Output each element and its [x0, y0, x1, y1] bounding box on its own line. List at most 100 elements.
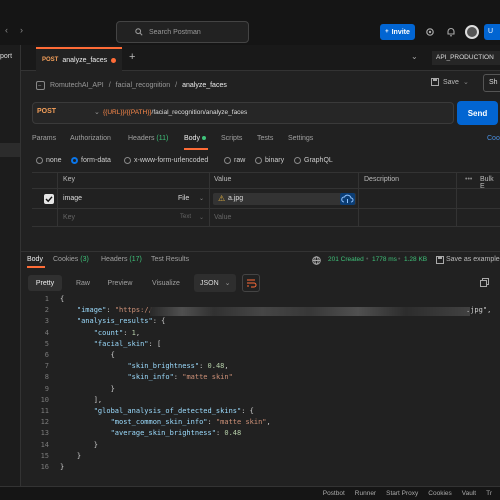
save-button[interactable]: Save ⌄	[431, 78, 469, 86]
mode-pretty[interactable]: Pretty	[28, 275, 62, 291]
tab-tests[interactable]: Tests	[257, 135, 273, 142]
save-as-example-button[interactable]: Save as example	[446, 256, 500, 263]
response-tab-test-results[interactable]: Test Results	[151, 256, 189, 263]
statusbar-cookies[interactable]: Cookies	[428, 490, 451, 497]
response-type-select[interactable]: JSON ⌄	[194, 274, 236, 292]
code-text: ],	[60, 395, 103, 404]
globe-icon[interactable]	[312, 256, 321, 265]
forward-arrow-icon[interactable]: ›	[20, 25, 23, 35]
code-text: "facial_skin": [	[93, 339, 162, 348]
response-code-editor[interactable]: 1{2 "image": "https://3 "analysis_result…	[21, 294, 500, 471]
tab-headers[interactable]: Headers (11)	[128, 135, 168, 142]
sidebar-selected-item[interactable]	[0, 143, 20, 157]
environment-select[interactable]: API_PRODUCTION	[432, 51, 500, 65]
chevron-down-icon[interactable]: ⌄	[199, 195, 204, 202]
code-line: 16}	[21, 462, 65, 473]
http-request-icon: ~	[36, 80, 45, 90]
upgrade-button[interactable]: U	[484, 24, 500, 40]
radio-form-data[interactable]: form-data	[71, 155, 111, 165]
chevron-down-icon: ⌄	[224, 280, 231, 287]
line-number: 14	[40, 440, 49, 449]
row-type-select[interactable]: File	[178, 195, 189, 202]
radio-graphql[interactable]: GraphQL	[294, 155, 333, 165]
line-number: 4	[44, 328, 49, 337]
code-text: }	[60, 384, 115, 393]
search-icon	[135, 28, 143, 36]
statusbar-runner[interactable]: Runner	[355, 490, 376, 497]
gear-icon[interactable]	[425, 27, 435, 37]
search-input[interactable]: Search Postman	[116, 21, 249, 43]
tab-authorization[interactable]: Authorization	[70, 135, 111, 142]
share-button[interactable]: Sh	[483, 74, 500, 92]
radio-binary[interactable]: binary	[255, 155, 284, 165]
statusbar-start-proxy[interactable]: Start Proxy	[386, 490, 418, 497]
copy-icon[interactable]	[480, 278, 489, 287]
tab-body[interactable]: Body	[184, 135, 206, 142]
response-tab-headers[interactable]: Headers (17)	[101, 256, 142, 263]
key-input[interactable]: Key	[63, 214, 75, 221]
tab-settings[interactable]: Settings	[288, 135, 313, 142]
row-enabled-checkbox[interactable]	[44, 194, 54, 204]
table-row-placeholder	[32, 209, 500, 227]
upload-cloud-icon[interactable]	[340, 193, 355, 205]
statusbar-postbot[interactable]: Postbot	[323, 490, 345, 497]
code-line: 10 ],	[21, 395, 103, 406]
save-icon[interactable]	[436, 256, 444, 264]
line-number: 2	[44, 306, 49, 315]
breadcrumb-current[interactable]: analyze_faces	[182, 82, 227, 89]
back-arrow-icon[interactable]: ‹	[5, 25, 8, 35]
radio-raw[interactable]: raw	[224, 155, 245, 165]
import-button[interactable]: port	[0, 53, 18, 66]
response-tab-body[interactable]: Body	[27, 256, 43, 263]
breadcrumb-folder[interactable]: facial_recognition	[116, 82, 170, 89]
code-text: "global_analysis_of_detected_skins": {	[93, 407, 254, 415]
tab-params[interactable]: Params	[32, 135, 56, 142]
wrap-lines-icon[interactable]	[242, 274, 260, 292]
breadcrumb-collection[interactable]: RomutechAI_API	[50, 82, 104, 89]
code-line: 13 "average_skin_brightness": 0.48	[21, 428, 242, 439]
code-text: }	[60, 451, 82, 460]
column-value: Value	[214, 176, 232, 183]
redacted-url-blur	[150, 307, 470, 316]
statusbar-vault[interactable]: Vault	[462, 490, 476, 497]
response-size[interactable]: 1.28 KB	[404, 256, 427, 263]
bulk-edit-link[interactable]: Bulk E	[480, 176, 500, 190]
radio-none[interactable]: none	[36, 155, 62, 165]
search-placeholder: Search Postman	[149, 28, 201, 36]
new-tab-plus-icon[interactable]: +	[129, 51, 135, 63]
invite-button[interactable]: + Invite	[380, 24, 415, 40]
cookies-link[interactable]: Coo	[487, 135, 500, 142]
save-icon	[431, 78, 439, 86]
warning-icon: ⚠	[218, 194, 226, 203]
code-line: 14 }	[21, 440, 98, 451]
method-select[interactable]: POST	[37, 108, 56, 115]
code-line: 12 "most_common_skin_info": "matte skin"…	[21, 417, 271, 428]
chevron-down-icon[interactable]: ⌄	[411, 52, 418, 61]
response-time[interactable]: 1778 ms	[372, 256, 397, 263]
line-number: 3	[44, 317, 49, 326]
code-text: "skin_info": "matte skin"	[127, 373, 233, 382]
line-number: 8	[44, 373, 49, 382]
chevron-down-icon[interactable]: ⌄	[94, 108, 100, 116]
radio-urlencoded[interactable]: x-www-form-urlencoded	[124, 155, 208, 165]
mode-raw[interactable]: Raw	[73, 275, 93, 291]
chevron-down-icon[interactable]: ⌄	[199, 214, 204, 221]
statusbar-trash[interactable]: Tr	[486, 490, 492, 497]
value-input[interactable]: Value	[214, 214, 231, 221]
tab-scripts[interactable]: Scripts	[221, 135, 242, 142]
avatar[interactable]	[465, 25, 479, 39]
line-number: 6	[44, 351, 49, 359]
mode-visualize[interactable]: Visualize	[150, 275, 182, 291]
more-options-icon[interactable]: •••	[465, 176, 472, 183]
code-line: 5 "facial_skin": [	[21, 339, 161, 350]
tab-analyze-faces[interactable]: POST analyze_faces	[36, 47, 122, 71]
bell-icon[interactable]	[446, 27, 456, 37]
row-key[interactable]: image	[63, 195, 82, 202]
response-tab-cookies[interactable]: Cookies (3)	[53, 256, 89, 263]
status-code[interactable]: 201 Created	[328, 256, 364, 263]
type-select[interactable]: Text	[180, 214, 191, 220]
code-line: 11 "global_analysis_of_detected_skins": …	[21, 406, 254, 417]
mode-preview[interactable]: Preview	[105, 275, 135, 291]
url-input[interactable]: {{URL}}/{{PATH}}/facial_recognition/anal…	[103, 109, 247, 116]
send-button[interactable]: Send	[457, 101, 498, 125]
